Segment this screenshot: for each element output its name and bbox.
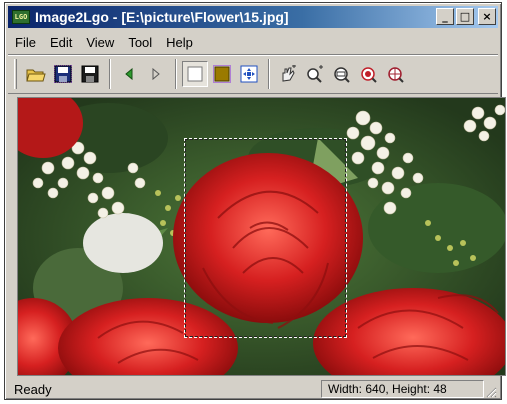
image-dimensions: Width: 640, Height: 48 [321, 380, 484, 398]
next-icon [152, 67, 160, 81]
menu-file[interactable]: File [8, 33, 43, 52]
toolbar-separator [175, 59, 177, 89]
resize-grip-icon[interactable] [485, 386, 497, 398]
toolbar-separator [109, 59, 111, 89]
zoom-out-button[interactable] [329, 61, 355, 87]
previous-button[interactable] [116, 61, 142, 87]
zoom-out-icon [334, 67, 350, 83]
fit-to-window-icon [240, 65, 258, 83]
minimize-button[interactable]: _ [436, 8, 454, 25]
maximize-button[interactable]: □ [456, 8, 474, 25]
title-bar[interactable]: LGO Image2Lgo - [E:\picture\Flower\15.jp… [8, 6, 498, 28]
status-text: Ready [14, 381, 52, 397]
select-rectangle-button[interactable] [182, 61, 208, 87]
pan-button[interactable] [275, 61, 301, 87]
zoom-actual-icon [361, 67, 377, 83]
menu-view[interactable]: View [79, 33, 121, 52]
minimize-icon: _ [442, 10, 448, 23]
status-bar: Ready Width: 640, Height: 48 [8, 379, 498, 399]
close-button[interactable]: × [478, 8, 496, 25]
zoom-target-button[interactable] [383, 61, 409, 87]
save-as-button[interactable] [50, 61, 76, 87]
open-button[interactable] [23, 61, 49, 87]
menu-help[interactable]: Help [159, 33, 200, 52]
toolbar-grip[interactable] [14, 59, 17, 89]
menu-tool[interactable]: Tool [121, 33, 159, 52]
app-window: LGO Image2Lgo - [E:\picture\Flower\15.jp… [4, 2, 506, 400]
menu-bar: File Edit View Tool Help [8, 32, 498, 52]
previous-icon [125, 67, 133, 81]
toolbar [8, 54, 498, 94]
menu-edit[interactable]: Edit [43, 33, 79, 52]
close-icon: × [482, 10, 492, 23]
pan-hand-icon [282, 65, 296, 82]
zoom-actual-button[interactable] [356, 61, 382, 87]
zoom-target-icon [388, 67, 404, 83]
image-canvas[interactable] [17, 97, 506, 376]
open-folder-icon [26, 69, 46, 82]
maximize-icon: □ [459, 10, 471, 23]
fill-rectangle-icon [213, 65, 231, 83]
selection-rectangle[interactable] [184, 138, 347, 338]
select-rectangle-icon [187, 66, 203, 82]
fit-to-window-button[interactable] [236, 61, 262, 87]
zoom-in-icon [307, 65, 323, 83]
next-button[interactable] [143, 61, 169, 87]
zoom-in-button[interactable] [302, 61, 328, 87]
save-as-icon [54, 65, 72, 83]
toolbar-separator [268, 59, 270, 89]
save-button[interactable] [77, 61, 103, 87]
window-title: Image2Lgo - [E:\picture\Flower\15.jpg] [35, 9, 289, 25]
app-logo-icon: LGO [12, 10, 30, 24]
save-icon [81, 65, 99, 83]
fill-rectangle-button[interactable] [209, 61, 235, 87]
